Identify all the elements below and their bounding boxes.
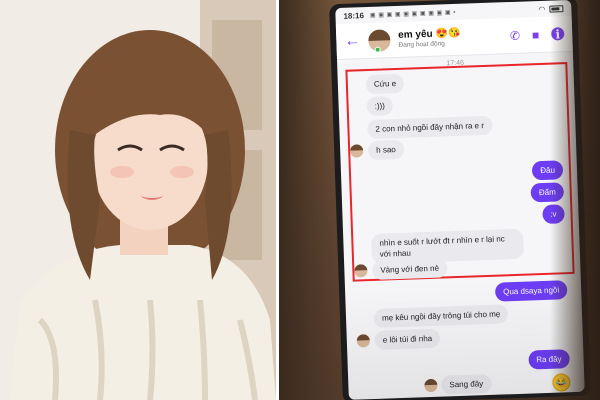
outgoing-message[interactable]: Đấm	[530, 182, 565, 203]
wifi-icon: ◠	[538, 4, 546, 14]
notification-icons: ▣ ▣ ▣ ▣ ▣ ▣ ▣ ▣ ▣ ▣ •	[369, 9, 456, 19]
outgoing-message[interactable]: Ra đây	[527, 349, 570, 370]
laughing-emoji-icon[interactable]: 😂	[552, 373, 571, 392]
incoming-message[interactable]: :)))	[366, 96, 394, 117]
incoming-message[interactable]: h sao	[367, 139, 405, 161]
back-arrow-icon[interactable]: ←	[344, 32, 363, 51]
incoming-message[interactable]: Sang đây	[441, 373, 492, 395]
phone-icon[interactable]: ✆	[510, 28, 521, 42]
status-time: 18:16	[343, 10, 365, 21]
messenger-screen: 18:16 ▣ ▣ ▣ ▣ ▣ ▣ ▣ ▣ ▣ ▣ • ◠ ← em yêu 😍…	[335, 0, 585, 400]
outgoing-message[interactable]: Đâu	[531, 160, 564, 181]
phone-photo: 18:16 ▣ ▣ ▣ ▣ ▣ ▣ ▣ ▣ ▣ ▣ • ◠ ← em yêu 😍…	[279, 0, 600, 400]
outgoing-message[interactable]: Qua dsaya ngồi	[494, 280, 568, 302]
incoming-message[interactable]: e lôi túi đi nha	[374, 328, 441, 350]
contact-avatar-small	[356, 334, 371, 348]
incoming-message[interactable]: nhìn e suốt r lướt đt r nhìn e r lại nc …	[371, 228, 525, 264]
outgoing-message[interactable]: :v	[541, 204, 565, 225]
battery-icon	[549, 4, 564, 13]
incoming-message[interactable]: 2 con nhỏ ngồi đây nhận ra e r	[367, 115, 493, 140]
incoming-message[interactable]: mẹ kêu ngồi đây trông túi cho mẹ	[373, 304, 509, 328]
contact-name[interactable]: em yêu 😍😘	[398, 28, 461, 41]
contact-avatar-small	[424, 378, 438, 393]
phone: 18:16 ▣ ▣ ▣ ▣ ▣ ▣ ▣ ▣ ▣ ▣ • ◠ ← em yêu 😍…	[329, 0, 591, 400]
contact-avatar-small	[354, 264, 368, 278]
info-icon[interactable]: i	[551, 27, 565, 41]
contact-avatar-small	[349, 144, 364, 158]
incoming-message[interactable]: Cứu e	[365, 73, 405, 95]
online-status-dot	[374, 46, 381, 53]
incoming-message[interactable]: Vàng với đen nè	[372, 258, 448, 280]
contact-active-status: Đang hoạt động	[398, 40, 445, 49]
video-camera-icon[interactable]: ■	[532, 28, 540, 42]
portrait-photo	[0, 0, 276, 400]
portrait-illustration	[0, 0, 276, 400]
chat-header: ← em yêu 😍😘 Đang hoạt động ✆ ■ i	[335, 15, 573, 61]
